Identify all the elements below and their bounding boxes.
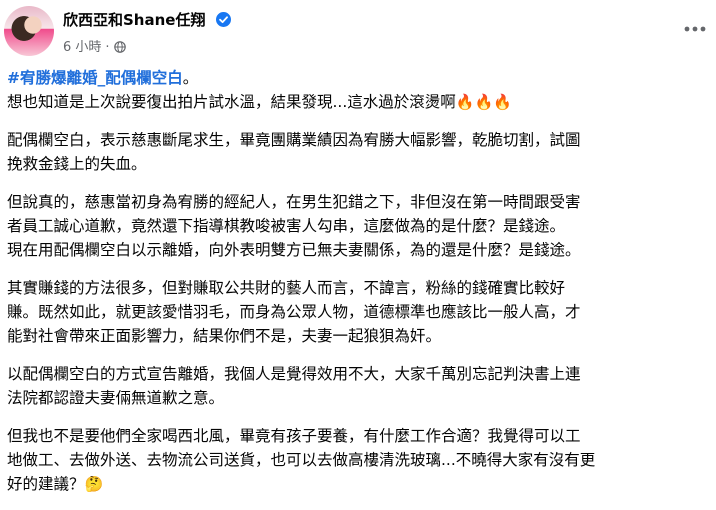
post-line: 但我也不是要他們全家喝西北風，畢竟有孩子要養，有什麼工作合適？我覺得可以工 [7,427,581,445]
hashtag-link[interactable]: #宥勝爆離婚_配偶欄空白 [7,69,183,87]
post-paragraph-2: 配偶欄空白，表示慈惠斷尾求生，畢竟團購業績因為宥勝大幅影響，乾脆切割，試圖 挽救… [7,128,707,176]
hashtag-line: #宥勝爆離婚_配偶欄空白。 [7,66,707,90]
post-line: 賺。既然如此，就更該愛惜羽毛，而身為公眾人物，道德標準也應該比一般人高，才 [7,303,581,321]
post-body: #宥勝爆離婚_配偶欄空白。 想也知道是上次說要復出拍片試水溫，結果發現...這水… [7,66,707,510]
verified-badge-icon [215,12,231,31]
post-paragraph-4: 其實賺錢的方法很多，但對賺取公共財的藝人而言，不諱言，粉絲的錢確實比較好 賺。既… [7,276,707,348]
post-line: 者員工誠心道歉，竟然還下指導棋教唆被害人勾串，這麼做為的是什麼？是錢途。 [7,217,566,235]
post-paragraph-3: 但說真的，慈惠當初身為宥勝的經紀人，在男生犯錯之下，非但沒在第一時間跟受害 者員… [7,190,707,262]
post-line: 以配偶欄空白的方式宣告離婚，我個人是覺得效用不大，大家千萬別忘記判決書上連 [7,365,581,383]
post-line: 挽救金錢上的失血。 [7,155,147,173]
post-header: 欣西亞和Shane任翔 6 小時 · [0,0,716,64]
post-paragraph-5: 以配偶欄空白的方式宣告離婚，我個人是覺得效用不大，大家千萬別忘記判決書上連 法院… [7,362,707,410]
globe-icon[interactable] [113,41,126,57]
more-horizontal-icon [684,26,706,32]
post-line: 想也知道是上次說要復出拍片試水溫，結果發現...這水過於滾燙啊🔥🔥🔥 [7,90,707,114]
post-line: 但說真的，慈惠當初身為宥勝的經紀人，在男生犯錯之下，非但沒在第一時間跟受害 [7,193,581,211]
facebook-post: 欣西亞和Shane任翔 6 小時 · #宥勝爆離婚_配偶欄空白。 想也知道是上次說… [0,0,716,494]
more-options-button[interactable] [678,12,712,46]
post-text: 想也知道是上次說要復出拍片試水溫，結果發現...這水過於滾燙啊 [7,93,456,111]
hashtag-tail: 。 [182,69,199,87]
thinking-face-emoji-icon: 🤔 [84,475,104,493]
post-timestamp[interactable]: 6 小時 [63,40,101,55]
post-meta: 6 小時 · [63,36,126,57]
meta-separator: · [105,40,110,55]
post-line: 配偶欄空白，表示慈惠斷尾求生，畢竟團購業績因為宥勝大幅影響，乾脆切割，試圖 [7,131,581,149]
post-line: 現在用配偶欄空白以示離婚，向外表明雙方已無夫妻關係，為的還是什麼？是錢途。 [7,241,581,259]
post-paragraph-6: 但我也不是要他們全家喝西北風，畢竟有孩子要養，有什麼工作合適？我覺得可以工 地做… [7,424,707,496]
post-paragraph-1: #宥勝爆離婚_配偶欄空白。 想也知道是上次說要復出拍片試水溫，結果發現...這水… [7,66,707,114]
post-line: 地做工、去做外送、去物流公司送貨，也可以去做高樓清洗玻璃...不曉得大家有沒有更 [7,451,596,469]
post-text: 好的建議？ [7,475,85,493]
post-line: 其實賺錢的方法很多，但對賺取公共財的藝人而言，不諱言，粉絲的錢確實比較好 [7,279,566,297]
author-name[interactable]: 欣西亞和Shane任翔 [63,11,205,29]
post-line: 好的建議？🤔 [7,472,707,496]
fire-emoji-icon: 🔥🔥🔥 [455,93,512,111]
post-line: 法院都認證夫妻倆無道歉之意。 [7,389,225,407]
post-line: 能對社會帶來正面影響力，結果你們不是，夫妻一起狼狽為奸。 [7,327,442,345]
author-avatar[interactable] [4,6,54,56]
author-name-row: 欣西亞和Shane任翔 [63,9,231,31]
